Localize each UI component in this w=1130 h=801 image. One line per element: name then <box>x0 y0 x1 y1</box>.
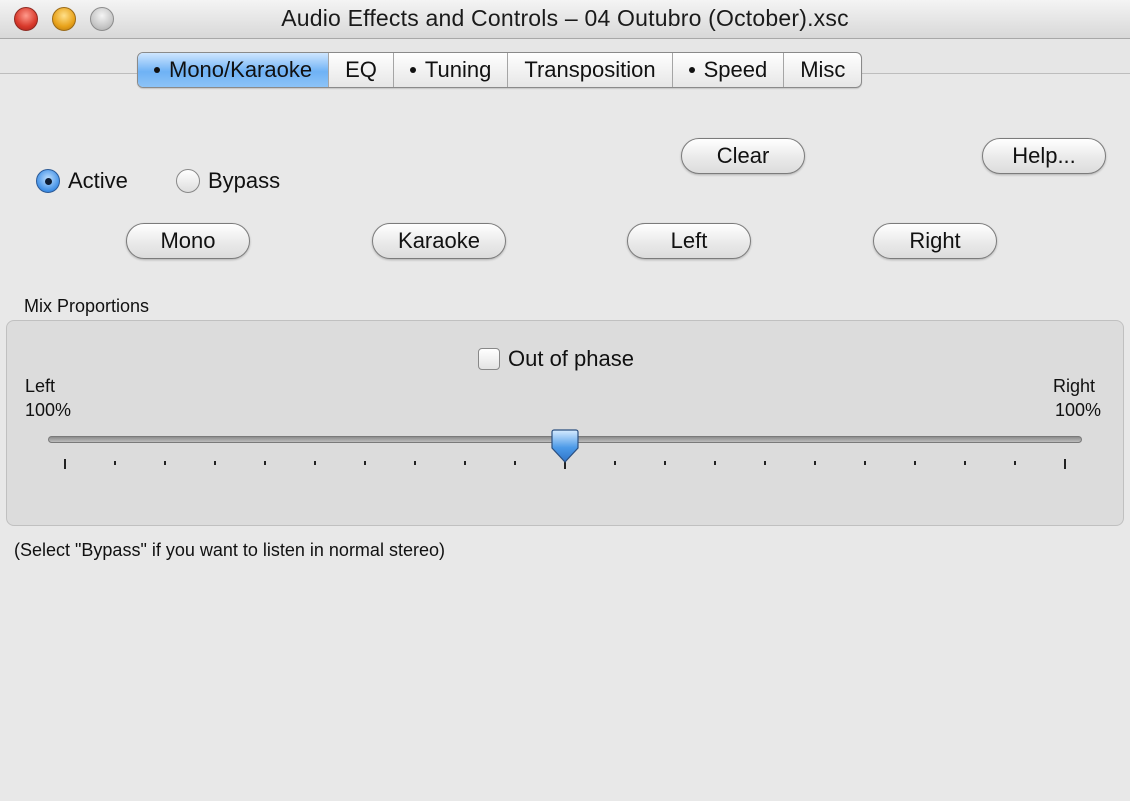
tab-speed[interactable]: Speed <box>673 53 785 87</box>
bypass-radio-label: Bypass <box>208 168 281 193</box>
tab-label: Transposition <box>524 57 656 82</box>
title-bar: Audio Effects and Controls – 04 Outubro … <box>0 0 1130 39</box>
right-channel-label: Right <box>1053 376 1096 396</box>
tab-label: Tuning <box>424 57 492 82</box>
tab-label: Mono/Karaoke <box>169 57 313 82</box>
window-title: Audio Effects and Controls – 04 Outubro … <box>281 5 849 31</box>
active-dot-icon <box>409 67 416 73</box>
left-channel-label: Left <box>25 376 56 396</box>
active-radio-option[interactable]: Active <box>36 168 128 194</box>
mix-proportions-label: Mix Proportions <box>24 296 150 316</box>
active-radio[interactable] <box>36 169 60 193</box>
tab-label: Speed <box>703 57 768 82</box>
tab-eq[interactable]: EQ <box>329 53 394 87</box>
karaoke-button[interactable]: Karaoke <box>372 223 506 259</box>
bypass-radio[interactable] <box>176 169 200 193</box>
mono-button[interactable]: Mono <box>126 223 250 259</box>
out-of-phase-checkbox[interactable] <box>478 348 500 370</box>
tab-transposition[interactable]: Transposition <box>508 53 673 87</box>
out-of-phase-option[interactable]: Out of phase <box>478 346 634 372</box>
clear-button[interactable]: Clear <box>681 138 805 174</box>
active-dot-icon <box>688 67 695 73</box>
tab-mono-karaoke[interactable]: Mono/Karaoke <box>138 53 330 87</box>
active-radio-label: Active <box>68 168 128 193</box>
left-channel-value: 100% <box>25 400 72 420</box>
mix-slider-thumb[interactable] <box>551 428 579 464</box>
tab-misc[interactable]: Misc <box>784 53 861 87</box>
tab-tuning[interactable]: Tuning <box>394 53 509 87</box>
help-button[interactable]: Help... <box>982 138 1106 174</box>
left-button[interactable]: Left <box>627 223 751 259</box>
right-channel-value: 100% <box>1055 400 1102 420</box>
right-button[interactable]: Right <box>873 223 997 259</box>
bypass-hint-text: (Select "Bypass" if you want to listen i… <box>14 540 445 560</box>
tab-label: EQ <box>345 57 377 82</box>
tab-bar: Mono/Karaoke EQ Tuning Transposition Spe… <box>137 52 863 88</box>
tab-label: Misc <box>800 57 846 82</box>
active-dot-icon <box>154 67 160 73</box>
bypass-radio-option[interactable]: Bypass <box>176 168 280 194</box>
out-of-phase-label: Out of phase <box>508 346 634 371</box>
